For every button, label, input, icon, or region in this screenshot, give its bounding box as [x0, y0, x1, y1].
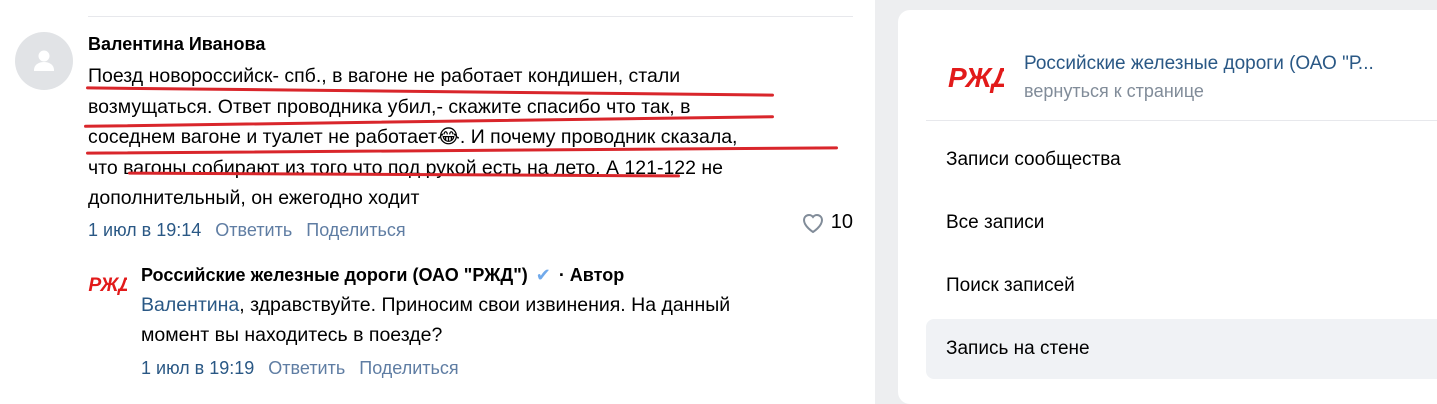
divider	[88, 16, 853, 17]
rzd-logo-icon: РЖД	[88, 275, 127, 296]
svg-text:РЖД: РЖД	[948, 62, 1004, 93]
comment-text-line: дополнительный, он ежегодно ходит	[88, 187, 420, 209]
like-button[interactable]: 10	[801, 211, 853, 234]
reply-meta: 1 июл в 19:19 Ответить Поделиться	[141, 356, 841, 380]
like-count: 10	[830, 211, 853, 233]
reply-text: Валентина, здравствуйте. Приносим свои и…	[141, 290, 841, 350]
reply-text-line: момент вы находитесь в поезде?	[141, 324, 443, 346]
heart-icon	[802, 213, 823, 233]
svg-text:РЖД: РЖД	[88, 275, 127, 296]
divider	[926, 120, 1437, 121]
reply-share-button[interactable]: Поделиться	[359, 356, 458, 380]
menu-item-search-posts[interactable]: Поиск записей	[926, 256, 1437, 316]
comment-text-line: что вагоны собирают из того что под руко…	[88, 156, 724, 179]
comment-date[interactable]: 1 июл в 19:14	[88, 218, 201, 242]
reply-text-line: Валентина, здравствуйте. Приносим свои и…	[141, 290, 841, 320]
group-name[interactable]: Российские железные дороги (ОАО "Р...	[1024, 50, 1374, 78]
share-button[interactable]: Поделиться	[306, 218, 405, 242]
mention-link[interactable]: Валентина	[141, 294, 239, 316]
group-header[interactable]: РЖД Российские железные дороги (ОАО "Р..…	[946, 50, 1374, 104]
group-head-text: Российские железные дороги (ОАО "Р... ве…	[1024, 50, 1374, 104]
menu-item-all-posts[interactable]: Все записи	[926, 193, 1437, 253]
reply-author[interactable]: Российские железные дороги (ОАО "РЖД")	[141, 260, 528, 290]
reply-text-part: , здравствуйте. Приносим свои извинения.…	[239, 294, 731, 316]
reply-author-row: Российские железные дороги (ОАО "РЖД") ✔…	[141, 260, 841, 290]
group-logo: РЖД	[946, 57, 1004, 97]
rzd-logo-icon: РЖД	[948, 62, 1004, 93]
comments-panel: Валентина Иванова Поезд новороссийск- сп…	[0, 0, 875, 404]
menu-item-wall-post[interactable]: Запись на стене	[926, 319, 1437, 379]
comment: Валентина Иванова Поезд новороссийск- сп…	[88, 30, 858, 242]
reply-reply-button[interactable]: Ответить	[268, 356, 345, 380]
sidebar-menu: Записи сообщества Все записи Поиск запис…	[926, 130, 1437, 382]
reply-date[interactable]: 1 июл в 19:19	[141, 356, 254, 380]
reply-button[interactable]: Ответить	[215, 218, 292, 242]
back-to-page-link[interactable]: вернуться к странице	[1024, 78, 1374, 104]
user-placeholder-icon	[34, 50, 54, 71]
sidebar-card: РЖД Российские железные дороги (ОАО "Р..…	[898, 10, 1437, 404]
comment-text: Поезд новороссийск- спб., в вагоне не ра…	[88, 61, 858, 214]
avatar[interactable]	[15, 32, 73, 90]
menu-item-community-posts[interactable]: Записи сообщества	[926, 130, 1437, 190]
verified-check-icon: ✔	[535, 265, 551, 285]
comment-author[interactable]: Валентина Иванова	[88, 30, 858, 58]
reply-comment: Российские железные дороги (ОАО "РЖД") ✔…	[141, 260, 841, 380]
author-badge: · Автор	[558, 265, 625, 285]
group-avatar[interactable]: РЖД	[86, 263, 128, 305]
comment-meta: 1 июл в 19:14 Ответить Поделиться	[88, 218, 858, 242]
